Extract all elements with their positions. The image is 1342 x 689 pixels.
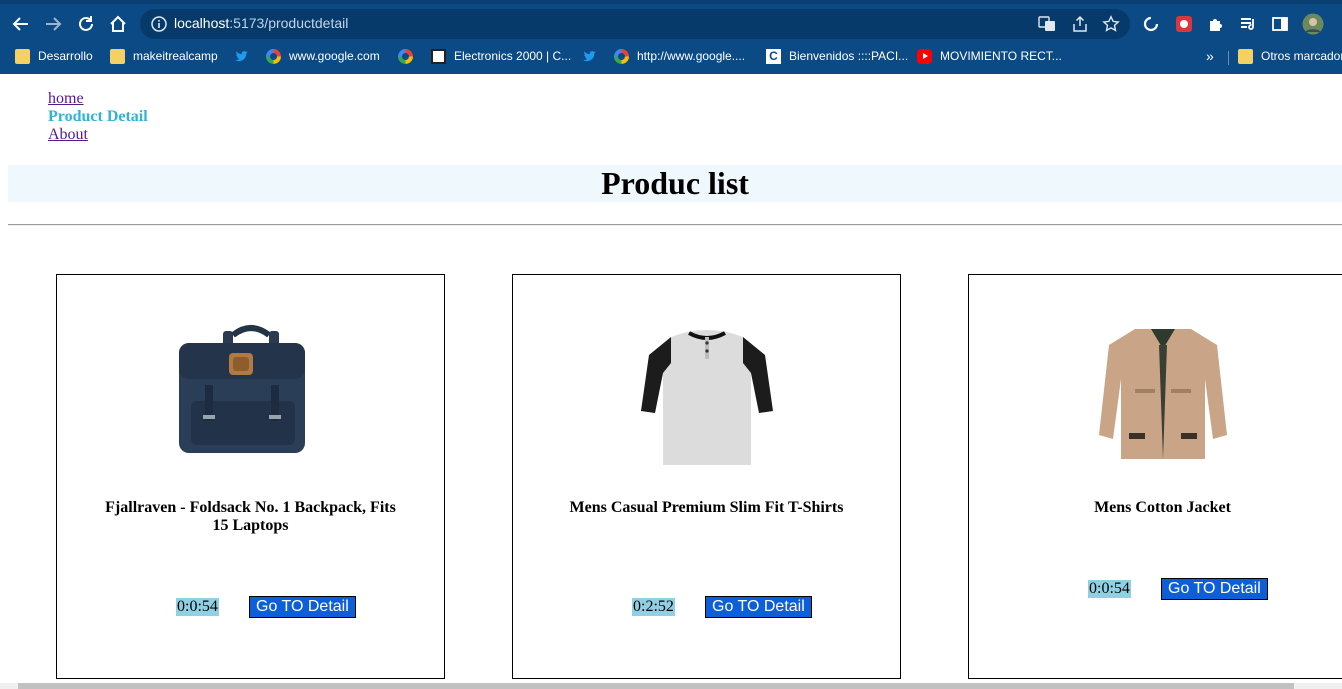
product-image-tshirt (641, 330, 773, 465)
folder-icon (110, 48, 125, 64)
bookmark-makeitrealcamp[interactable]: makeitrealcamp (110, 47, 218, 65)
go-to-detail-button[interactable]: Go TO Detail (705, 596, 812, 618)
bookmark-twitter-2[interactable] (582, 47, 605, 65)
bookmarks-separator (1228, 51, 1229, 65)
bookmark-google-2[interactable] (398, 47, 421, 65)
share-icon[interactable] (1071, 15, 1089, 33)
extension-sync-icon[interactable] (1142, 15, 1160, 33)
extensions-puzzle-icon[interactable] (1207, 15, 1225, 33)
url-path: :5173/productdetail (229, 15, 349, 31)
bookmark-star-icon[interactable] (1102, 15, 1120, 33)
back-icon[interactable] (8, 11, 34, 37)
reload-icon[interactable] (73, 11, 99, 37)
product-name: Fjallraven - Foldsack No. 1 Backpack, Fi… (105, 499, 396, 534)
go-to-detail-button[interactable]: Go TO Detail (249, 596, 356, 618)
bookmark-google-http[interactable]: http://www.google.... (614, 47, 745, 65)
nav-link-home[interactable]: home (48, 90, 148, 108)
bookmark-electronics[interactable]: Electronics 2000 | C... (431, 47, 571, 65)
folder-icon (15, 48, 30, 64)
extension-red-icon[interactable] (1175, 15, 1193, 33)
folder-icon (1238, 48, 1253, 64)
bookmark-google-com[interactable]: www.google.com (266, 47, 380, 65)
product-card: Mens Casual Premium Slim Fit T-Shirts 0:… (512, 274, 901, 679)
bookmark-other[interactable]: Otros marcador (1238, 47, 1342, 65)
page-title: Produc list (601, 165, 749, 201)
profile-avatar[interactable] (1302, 13, 1324, 35)
product-image-backpack (179, 325, 305, 453)
bookmarks-bar: Desarrollo makeitrealcamp www.google.com… (0, 42, 1342, 68)
media-queue-icon[interactable] (1239, 15, 1257, 33)
browser-chrome: localhost:5173/productdetail Desarrollo … (0, 0, 1342, 74)
bookmark-desarrollo[interactable]: Desarrollo (15, 47, 93, 65)
google-icon (266, 48, 281, 64)
site-nav: home Product Detail About (48, 90, 148, 144)
product-name: Mens Casual Premium Slim Fit T-Shirts (569, 499, 844, 516)
address-bar[interactable]: localhost:5173/productdetail (140, 9, 1130, 39)
c-icon: C (766, 48, 781, 64)
home-icon[interactable] (105, 11, 131, 37)
product-timer: 0:2:52 (632, 598, 675, 616)
url-text[interactable]: localhost:5173/productdetail (174, 15, 348, 31)
nav-link-about[interactable]: About (48, 126, 148, 144)
bookmark-bienvenidos[interactable]: C Bienvenidos ::::PACI... (766, 47, 908, 65)
twitter-icon (234, 50, 249, 61)
scrollbar-thumb[interactable] (18, 683, 1294, 689)
youtube-icon (917, 48, 932, 64)
page-content: home Product Detail About Produc list Fj… (0, 74, 1342, 689)
forward-icon[interactable] (40, 11, 66, 37)
bookmark-movimiento[interactable]: MOVIMIENTO RECT... (917, 47, 1062, 65)
nav-link-product-detail[interactable]: Product Detail (48, 108, 148, 126)
site-info-icon[interactable] (150, 15, 168, 33)
browser-toolbar: localhost:5173/productdetail (0, 4, 1342, 42)
horizontal-scrollbar[interactable] (0, 683, 1342, 689)
product-image-jacket (1099, 329, 1227, 459)
title-band: Produc list (8, 165, 1342, 202)
google-icon (398, 48, 413, 64)
product-card: Fjallraven - Foldsack No. 1 Backpack, Fi… (56, 274, 445, 679)
twitter-icon (582, 50, 597, 61)
product-timer: 0:0:54 (1088, 580, 1131, 598)
grid-icon (431, 48, 446, 64)
translate-icon[interactable] (1038, 15, 1056, 33)
url-host: localhost (174, 15, 230, 31)
go-to-detail-button[interactable]: Go TO Detail (1161, 578, 1268, 600)
divider (8, 224, 1342, 226)
product-name: Mens Cotton Jacket (1094, 499, 1231, 516)
bookmark-twitter-1[interactable] (234, 47, 257, 65)
side-panel-icon[interactable] (1271, 15, 1289, 33)
product-timer: 0:0:54 (176, 598, 219, 616)
bookmarks-overflow-button[interactable]: » (1206, 47, 1214, 65)
google-icon (614, 48, 629, 64)
product-card: Mens Cotton Jacket 0:0:54 Go TO Detail (968, 274, 1342, 679)
